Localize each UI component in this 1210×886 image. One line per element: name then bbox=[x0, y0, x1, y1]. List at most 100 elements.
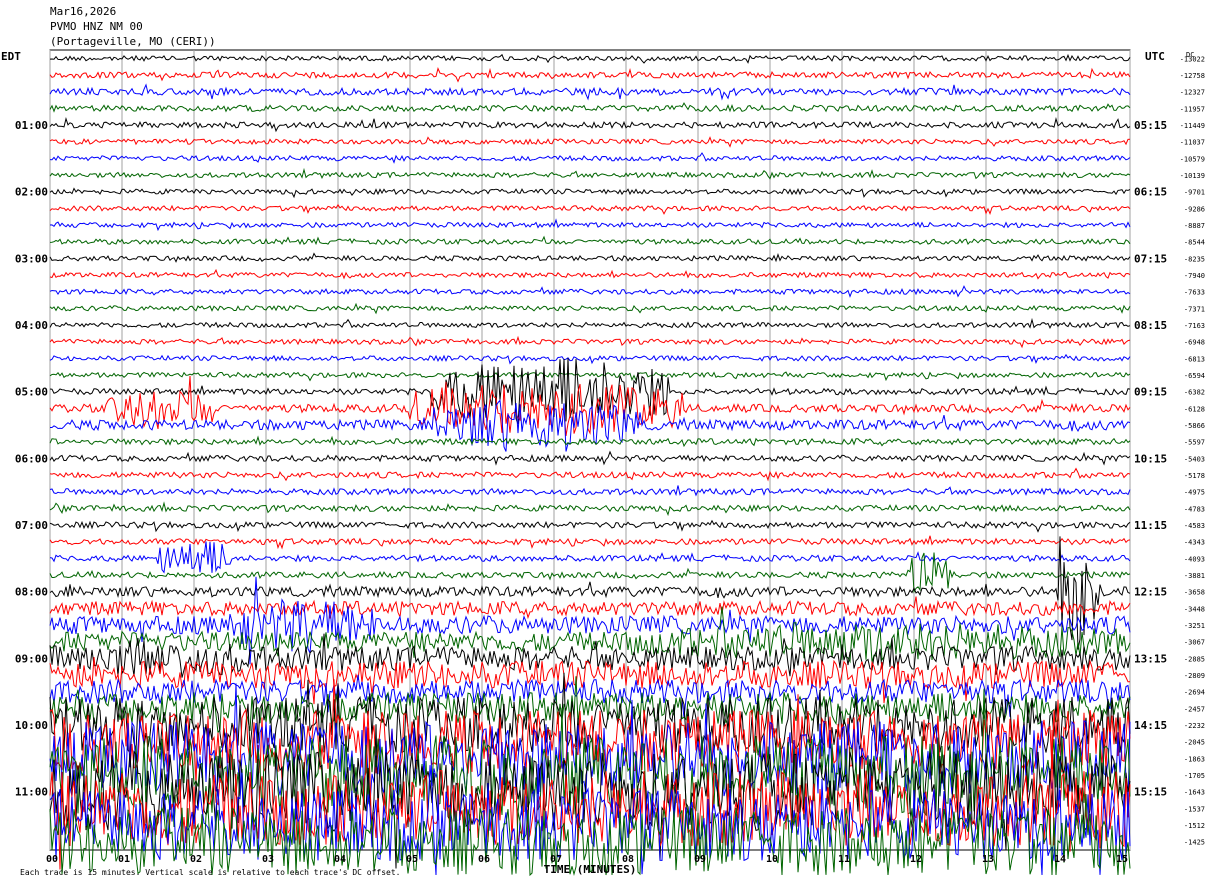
x-tick-label: 00 bbox=[46, 854, 58, 865]
dc-offset-label: -2457 bbox=[1184, 705, 1205, 713]
utc-hour-label: 05:15 bbox=[1134, 119, 1167, 132]
dc-offset-label: -6128 bbox=[1184, 405, 1205, 413]
dc-offset-label: -12327 bbox=[1180, 89, 1205, 97]
x-tick-label: 09 bbox=[694, 854, 706, 865]
edt-hour-label: 10:00 bbox=[15, 719, 48, 732]
utc-hour-label: 09:15 bbox=[1134, 386, 1167, 399]
seismic-trace bbox=[49, 218, 1131, 232]
dc-offset-label: -2045 bbox=[1184, 739, 1205, 747]
dc-offset-label: -9286 bbox=[1184, 205, 1205, 213]
dc-offset-label: -6948 bbox=[1184, 339, 1205, 347]
dc-offset-label: -7633 bbox=[1184, 289, 1205, 297]
utc-hour-label: 10:15 bbox=[1134, 452, 1167, 465]
seismic-trace bbox=[49, 167, 1131, 180]
dc-offset-label: -7163 bbox=[1184, 322, 1205, 330]
x-tick-label: 11 bbox=[838, 854, 850, 865]
seismic-trace bbox=[49, 136, 1131, 148]
dc-offset-label: -1537 bbox=[1184, 805, 1205, 813]
x-tick-label: 01 bbox=[118, 854, 130, 865]
edt-hour-label: 09:00 bbox=[15, 652, 48, 665]
edt-hour-label: 06:00 bbox=[15, 452, 48, 465]
x-tick-label: 10 bbox=[766, 854, 778, 865]
x-tick-label: 15 bbox=[1116, 854, 1128, 865]
dc-offset-label: -11037 bbox=[1180, 139, 1205, 147]
edt-hour-label: 11:00 bbox=[15, 786, 48, 799]
seismic-trace bbox=[49, 519, 1131, 533]
dc-offset-label: -1512 bbox=[1184, 822, 1205, 830]
seismic-trace bbox=[49, 335, 1131, 349]
utc-hour-label: 12:15 bbox=[1134, 586, 1167, 599]
seismic-trace bbox=[49, 358, 1131, 425]
dc-offset-label: -7940 bbox=[1184, 272, 1205, 280]
dc-offset-label: -3881 bbox=[1184, 572, 1205, 580]
dc-offset-label: -7371 bbox=[1184, 305, 1205, 313]
dc-offset-label: -8235 bbox=[1184, 255, 1205, 263]
dc-offset-label: -4583 bbox=[1184, 522, 1205, 530]
dc-offset-label: -4975 bbox=[1184, 489, 1205, 497]
dc-offset-label: -3448 bbox=[1184, 605, 1205, 613]
seismic-trace bbox=[49, 535, 1131, 550]
seismic-trace bbox=[49, 285, 1131, 298]
seismic-trace bbox=[49, 83, 1131, 101]
footer-note: Each trace is 15 minutes. Vertical scale… bbox=[20, 868, 401, 877]
edt-hour-label: 05:00 bbox=[15, 386, 48, 399]
dc-offset-label: -5403 bbox=[1184, 455, 1205, 463]
dc-offset-label: -11449 bbox=[1180, 122, 1205, 130]
dc-offset-label: -3251 bbox=[1184, 622, 1205, 630]
dc-offset-label: -4093 bbox=[1184, 555, 1205, 563]
edt-hour-label: 02:00 bbox=[15, 186, 48, 199]
dc-offset-label: -2885 bbox=[1184, 655, 1205, 663]
seismic-trace bbox=[49, 268, 1131, 280]
seismic-trace bbox=[49, 66, 1131, 83]
dc-offset-label: -13022 bbox=[1180, 55, 1205, 63]
dc-offset-label: -4783 bbox=[1184, 505, 1205, 513]
seismic-trace bbox=[49, 353, 1131, 365]
edt-hour-label: 07:00 bbox=[15, 519, 48, 532]
edt-hour-label: 03:00 bbox=[15, 252, 48, 265]
dc-offset-label: -5178 bbox=[1184, 472, 1205, 480]
x-tick-label: 03 bbox=[262, 854, 274, 865]
x-tick-label: 05 bbox=[406, 854, 418, 865]
seismic-trace bbox=[49, 152, 1131, 164]
x-tick-label: 13 bbox=[982, 854, 994, 865]
x-tick-label: 02 bbox=[190, 854, 202, 865]
dc-offset-label: -2694 bbox=[1184, 689, 1205, 697]
dc-offset-label: -6594 bbox=[1184, 372, 1205, 380]
right-axis-label: UTC bbox=[1145, 50, 1165, 63]
seismic-trace bbox=[49, 596, 1131, 620]
seismic-trace bbox=[49, 450, 1131, 466]
dc-offset-label: -8887 bbox=[1184, 222, 1205, 230]
utc-hour-label: 11:15 bbox=[1134, 519, 1167, 532]
seismic-trace bbox=[49, 116, 1131, 133]
seismic-trace bbox=[49, 302, 1131, 315]
dc-offset-label: -1425 bbox=[1184, 839, 1205, 847]
dc-offset-label: -10139 bbox=[1180, 172, 1205, 180]
seismic-trace bbox=[49, 235, 1131, 246]
dc-offset-label: -5866 bbox=[1184, 422, 1205, 430]
utc-hour-label: 08:15 bbox=[1134, 319, 1167, 332]
dc-offset-label: -6813 bbox=[1184, 355, 1205, 363]
seismic-trace bbox=[49, 252, 1131, 263]
seismic-trace bbox=[49, 53, 1131, 64]
dc-offset-label: -1863 bbox=[1184, 755, 1205, 763]
edt-hour-label: 01:00 bbox=[15, 119, 48, 132]
trace-layer bbox=[49, 53, 1131, 877]
seismic-trace bbox=[49, 467, 1131, 482]
dc-offset-label: -1643 bbox=[1184, 789, 1205, 797]
dc-offset-label: -8544 bbox=[1184, 239, 1205, 247]
dc-offset-label: -3658 bbox=[1184, 589, 1205, 597]
utc-hour-label: 07:15 bbox=[1134, 252, 1167, 265]
dc-offset-label: -11957 bbox=[1180, 105, 1205, 113]
edt-hour-label: 04:00 bbox=[15, 319, 48, 332]
x-tick-label: 14 bbox=[1054, 854, 1066, 865]
dc-offset-label: -9701 bbox=[1184, 189, 1205, 197]
helicorder-chart: EDT UTC DC TIME (MINUTES) 00 01 02 03 04 05 06… bbox=[1, 49, 1205, 877]
seismic-trace bbox=[49, 371, 1131, 382]
dc-offset-label: -12758 bbox=[1180, 72, 1205, 80]
dc-offset-label: -1705 bbox=[1184, 772, 1205, 780]
x-tick-label: 07 bbox=[550, 854, 562, 865]
seismic-trace bbox=[49, 102, 1131, 113]
left-axis-label: EDT bbox=[1, 50, 21, 63]
seismic-trace bbox=[49, 435, 1131, 448]
seismic-trace bbox=[49, 501, 1131, 517]
